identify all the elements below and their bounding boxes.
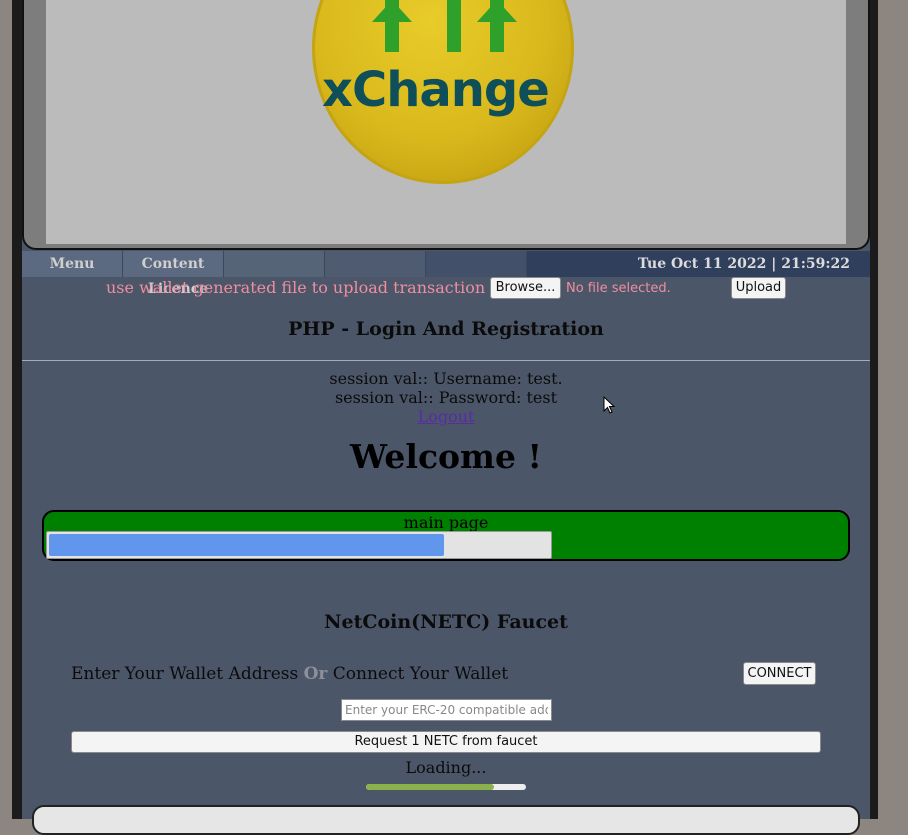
- bottom-panel: [32, 805, 860, 835]
- divider: [22, 360, 870, 361]
- logout-link[interactable]: Logout: [22, 407, 870, 426]
- header-banner: xChange: [22, 0, 870, 250]
- wallet-text-before: Enter Your Wallet Address: [71, 664, 299, 684]
- main-page-panel: main page: [42, 510, 850, 561]
- upload-prompt: use wallet generated file to upload tran…: [106, 278, 486, 297]
- upload-button[interactable]: Upload: [731, 277, 786, 299]
- top-nav: Menu Content Tue Oct 11 2022 | 21:59:22: [22, 251, 870, 277]
- green-arrow-icon: [447, 0, 461, 52]
- nav-item-menu[interactable]: Menu: [22, 251, 123, 277]
- wallet-instructions: Enter Your Wallet Address Or Connect You…: [71, 664, 508, 684]
- faucet-title: NetCoin(NETC) Faucet: [324, 611, 568, 633]
- arrow-head-icon: [477, 0, 517, 22]
- loading-bar-fill: [366, 784, 494, 790]
- main-page-label: main page: [403, 513, 489, 532]
- wallet-or: Or: [303, 664, 328, 684]
- file-status: No file selected.: [566, 281, 671, 296]
- main-page-progress: [46, 531, 552, 559]
- wallet-text-after: Connect Your Wallet: [332, 664, 509, 684]
- welcome-heading: Welcome !: [350, 437, 542, 476]
- banner-image: xChange: [46, 0, 846, 244]
- request-netc-button[interactable]: Request 1 NETC from faucet: [71, 731, 821, 753]
- nav-datetime: Tue Oct 11 2022 | 21:59:22: [527, 251, 870, 277]
- nav-item-content[interactable]: Content: [123, 251, 224, 277]
- connect-button[interactable]: CONNECT: [743, 662, 816, 685]
- session-username: session val:: Username: test.: [329, 369, 563, 388]
- progress-fill: [49, 534, 444, 556]
- browse-button[interactable]: Browse...: [490, 277, 561, 299]
- loading-bar: [366, 784, 526, 790]
- nav-item-empty-3[interactable]: [426, 251, 527, 277]
- session-password: session val:: Password: test: [334, 388, 558, 407]
- mouse-cursor-icon: [603, 396, 615, 414]
- loading-text: Loading...: [405, 758, 487, 777]
- page-title: PHP - Login And Registration: [288, 318, 604, 340]
- nav-item-empty-2[interactable]: [325, 251, 426, 277]
- logo-text: xChange: [322, 62, 550, 118]
- wallet-address-input[interactable]: [341, 699, 552, 721]
- arrow-head-icon: [372, 0, 412, 22]
- nav-item-empty-1[interactable]: [224, 251, 325, 277]
